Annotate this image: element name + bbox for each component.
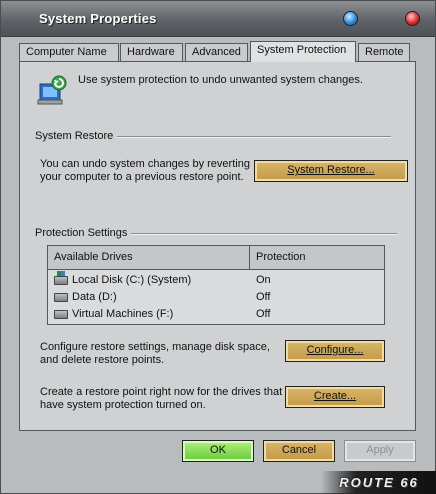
intro-text: Use system protection to undo unwanted s… [78, 74, 363, 86]
system-protection-panel: Use system protection to undo unwanted s… [19, 61, 416, 431]
drive-protection: On [256, 274, 271, 286]
tab-remote[interactable]: Remote [358, 43, 410, 61]
system-restore-button[interactable]: System Restore... [254, 160, 408, 182]
title-bar[interactable]: System Properties [1, 1, 435, 37]
system-protection-icon [37, 75, 67, 105]
drive-name: Local Disk (C:) (System) [72, 274, 192, 286]
create-button-label: Create... [313, 390, 357, 402]
theme-brand-logo: ROUTE 66 [321, 471, 436, 494]
drive-icon [54, 310, 68, 319]
column-separator[interactable] [249, 246, 250, 270]
system-properties-window: System Properties Computer Name Hardware… [0, 0, 436, 494]
table-row[interactable]: Local Disk (C:) (System) On [48, 271, 384, 289]
cancel-button[interactable]: Cancel [263, 440, 335, 462]
system-restore-button-label: System Restore... [287, 164, 375, 176]
system-drive-icon [54, 271, 68, 285]
column-available-drives[interactable]: Available Drives [54, 251, 133, 263]
create-button[interactable]: Create... [285, 386, 385, 408]
table-row[interactable]: Virtual Machines (F:) Off [48, 306, 384, 323]
create-description-line2: have system protection turned on. [40, 399, 206, 411]
drive-name: Virtual Machines (F:) [72, 308, 174, 320]
restore-description-line2: your computer to a previous restore poin… [40, 171, 244, 183]
configure-description-line2: and delete restore points. [40, 354, 165, 366]
drives-table-header: Available Drives Protection [48, 246, 384, 270]
drives-table[interactable]: Available Drives Protection Local Disk (… [47, 245, 385, 325]
system-restore-heading: System Restore [35, 130, 118, 142]
restore-description-line1: You can undo system changes by reverting [40, 158, 250, 170]
configure-button[interactable]: Configure... [285, 340, 385, 362]
tab-hardware[interactable]: Hardware [120, 43, 183, 61]
apply-button[interactable]: Apply [344, 440, 416, 462]
drive-protection: Off [256, 291, 271, 303]
column-protection[interactable]: Protection [256, 251, 306, 263]
window-title: System Properties [39, 11, 157, 26]
configure-button-label: Configure... [306, 344, 364, 356]
configure-description-line1: Configure restore settings, manage disk … [40, 341, 270, 353]
drive-icon [54, 293, 68, 302]
protection-settings-heading: Protection Settings [35, 227, 132, 239]
help-icon[interactable] [343, 11, 358, 26]
create-description-line1: Create a restore point right now for the… [40, 386, 283, 398]
drive-name: Data (D:) [72, 291, 117, 303]
tab-system-protection[interactable]: System Protection [250, 41, 356, 62]
drive-protection: Off [256, 308, 271, 320]
tab-computer-name[interactable]: Computer Name [19, 43, 119, 61]
table-row[interactable]: Data (D:) Off [48, 289, 384, 306]
ok-button[interactable]: OK [182, 440, 254, 462]
close-icon[interactable] [405, 11, 420, 26]
tab-advanced[interactable]: Advanced [185, 43, 248, 61]
